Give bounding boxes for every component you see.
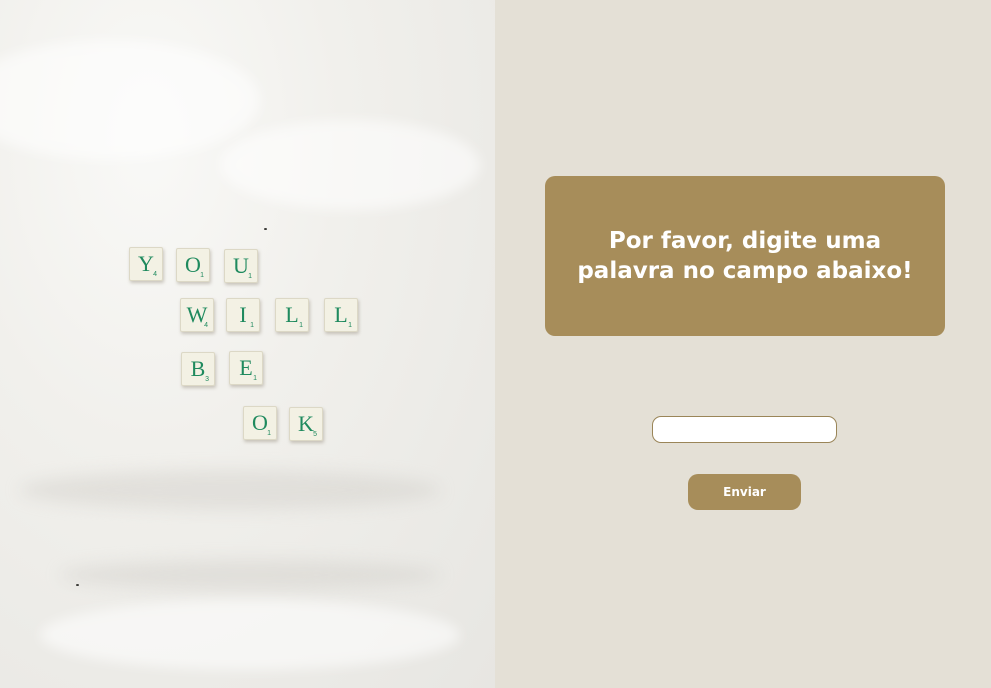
scrabble-tile: L 1 bbox=[324, 298, 358, 332]
scrabble-tile: B 3 bbox=[181, 352, 215, 386]
tile-letter: Y bbox=[138, 251, 154, 276]
message-box: Por favor, digite uma palavra no campo a… bbox=[545, 176, 945, 336]
word-input[interactable] bbox=[652, 416, 837, 443]
tile-letter: U bbox=[233, 253, 249, 278]
fabric-fold bbox=[40, 600, 460, 670]
send-button[interactable]: Enviar bbox=[688, 474, 801, 510]
fabric-shadow bbox=[60, 560, 440, 590]
fabric-speck bbox=[264, 228, 267, 230]
tile-score: 1 bbox=[299, 322, 303, 329]
fabric-fold bbox=[220, 120, 480, 210]
scrabble-tile: O 1 bbox=[243, 406, 277, 440]
form-panel: Por favor, digite uma palavra no campo a… bbox=[495, 0, 991, 688]
tile-letter: O bbox=[252, 410, 268, 435]
tile-letter: E bbox=[239, 355, 253, 380]
scrabble-tile: W 4 bbox=[180, 298, 214, 332]
scrabble-tile: U 1 bbox=[224, 249, 258, 283]
tile-score: 5 bbox=[313, 431, 317, 438]
tile-score: 4 bbox=[153, 271, 157, 278]
tile-score: 1 bbox=[348, 322, 352, 329]
scrabble-tile: K 5 bbox=[289, 407, 323, 441]
tile-score: 4 bbox=[204, 322, 208, 329]
scrabble-tile: L 1 bbox=[275, 298, 309, 332]
tile-letter: K bbox=[298, 411, 314, 436]
scrabble-photo: Y 4 O 1 U 1 W 4 I 1 L 1 L 1 B 3 E 1 O 1 … bbox=[0, 0, 495, 688]
scrabble-tile: I 1 bbox=[226, 298, 260, 332]
tile-score: 1 bbox=[267, 430, 271, 437]
instruction-message: Por favor, digite uma palavra no campo a… bbox=[577, 228, 913, 284]
scrabble-tile: Y 4 bbox=[129, 247, 163, 281]
fabric-speck bbox=[76, 584, 79, 586]
tile-score: 1 bbox=[248, 273, 252, 280]
tile-letter: W bbox=[186, 302, 208, 327]
tile-letter: O bbox=[185, 252, 201, 277]
tile-score: 1 bbox=[250, 322, 254, 329]
tile-score: 3 bbox=[205, 376, 209, 383]
tile-score: 1 bbox=[253, 375, 257, 382]
tile-letter: L bbox=[334, 302, 348, 327]
scrabble-tile: O 1 bbox=[176, 248, 210, 282]
fabric-shadow bbox=[20, 470, 440, 510]
tile-letter: B bbox=[190, 356, 206, 381]
tile-letter: I bbox=[239, 302, 247, 327]
fabric-fold bbox=[0, 40, 260, 160]
page: Y 4 O 1 U 1 W 4 I 1 L 1 L 1 B 3 E 1 O 1 … bbox=[0, 0, 991, 688]
scrabble-tile: E 1 bbox=[229, 351, 263, 385]
tile-letter: L bbox=[285, 302, 299, 327]
tile-score: 1 bbox=[200, 272, 204, 279]
